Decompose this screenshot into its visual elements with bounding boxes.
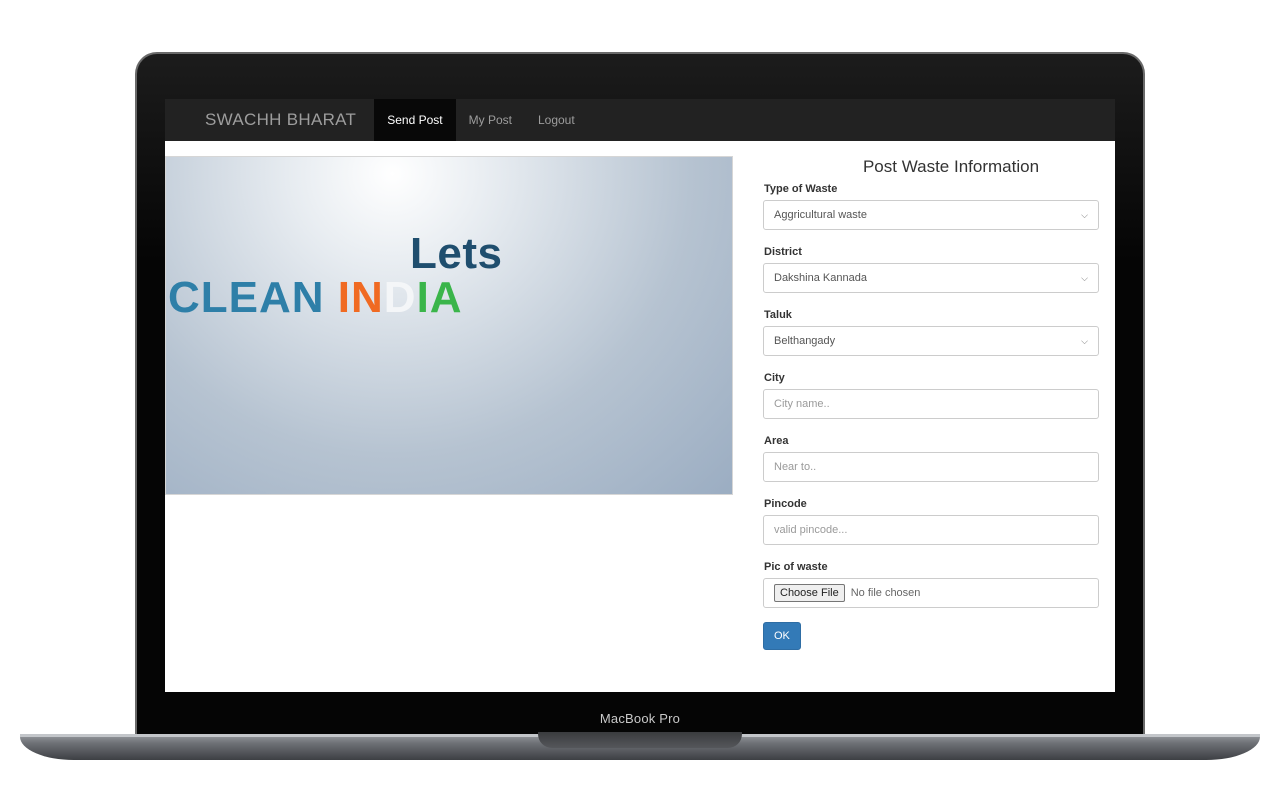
taluk-label: Taluk [764,309,792,321]
hero-india-white: D [383,273,417,322]
file-input: Choose File No file chosen [763,578,1099,608]
type-of-waste-select[interactable]: Aggricultural waste ⌵ [763,200,1099,230]
taluk-select[interactable]: Belthangady ⌵ [763,326,1099,356]
file-status-text: No file chosen [850,587,921,599]
nav-my-post[interactable]: My Post [456,99,525,141]
hero-clean-word: CLEAN [168,273,325,322]
device-label: MacBook Pro [599,711,681,726]
hero-india-orange: IN [337,273,384,322]
area-input[interactable]: Near to.. [763,452,1099,482]
choose-file-button[interactable]: Choose File [774,584,845,602]
district-value: Dakshina Kannada [774,272,867,284]
navbar: SWACHH BHARAT Send Post My Post Logout [165,99,1115,141]
chevron-down-icon: ⌵ [1081,209,1088,220]
ok-button[interactable]: OK [763,622,801,650]
type-of-waste-value: Aggricultural waste [774,209,867,221]
nav-logout[interactable]: Logout [525,99,588,141]
nav-send-post[interactable]: Send Post [374,99,456,141]
district-label: District [764,246,802,258]
waste-form: Post Waste Information Type of Waste Agg… [763,157,1099,650]
pincode-label: Pincode [764,498,807,510]
hero-clean-india-text: CLEAN INDIA [168,273,463,323]
taluk-value: Belthangady [774,335,836,347]
hero-lets-text: Lets [410,229,503,278]
form-title: Post Waste Information [862,157,1040,176]
chevron-down-icon: ⌵ [1081,272,1088,283]
pic-of-waste-label: Pic of waste [764,561,828,573]
chevron-down-icon: ⌵ [1081,335,1088,346]
brand-link[interactable]: SWACHH BHARAT [165,99,374,141]
city-label: City [764,372,785,384]
area-label: Area [764,435,789,447]
district-select[interactable]: Dakshina Kannada ⌵ [763,263,1099,293]
hero-india-green: IA [416,273,463,322]
type-of-waste-label: Type of Waste [764,183,838,195]
city-input[interactable]: City name.. [763,389,1099,419]
hero-image: Lets CLEAN INDIA [165,156,733,495]
pincode-input[interactable]: valid pincode... [763,515,1099,545]
screen: SWACHH BHARAT Send Post My Post Logout L… [165,99,1115,692]
laptop-notch [538,732,742,748]
